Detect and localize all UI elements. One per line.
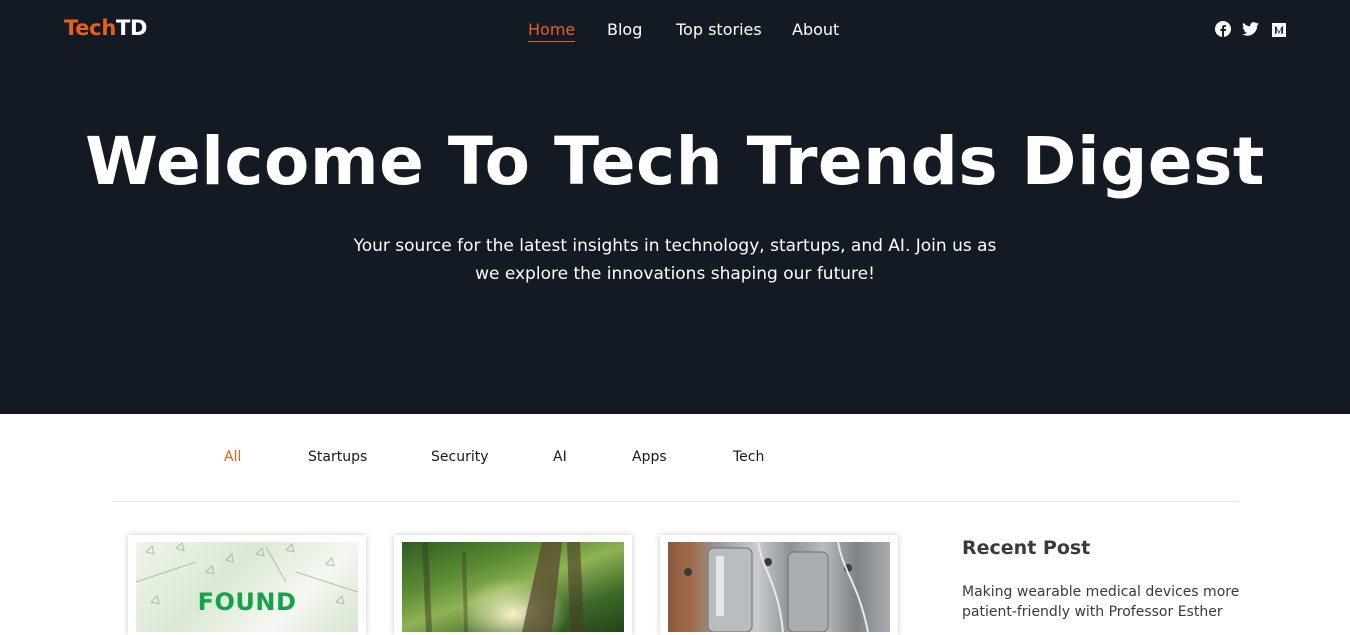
medium-icon[interactable] (1272, 23, 1286, 37)
hero-title: Welcome To Tech Trends Digest (85, 123, 1265, 200)
post-card[interactable] (660, 535, 898, 635)
main-nav: Home Blog Top stories About (0, 20, 1350, 48)
filter-apps[interactable]: Apps (632, 447, 667, 467)
category-filters: All Startups Security AI Apps Tech (0, 447, 1350, 469)
nav-item-blog[interactable]: Blog (607, 20, 642, 40)
post-card-image-text: FOUND (197, 588, 297, 616)
post-card-image[interactable] (668, 542, 890, 632)
hero-subtitle: Your source for the latest insights in t… (353, 236, 997, 284)
post-card[interactable] (394, 535, 632, 635)
hero-section: TechTD Home Blog Top stories About Welco… (0, 0, 1350, 414)
post-card[interactable]: FOUND (128, 535, 366, 635)
filter-startups[interactable]: Startups (308, 447, 367, 467)
nav-item-top-stories[interactable]: Top stories (676, 20, 762, 40)
nav-item-about[interactable]: About (792, 20, 839, 40)
post-card-image[interactable] (402, 542, 624, 632)
filter-ai[interactable]: AI (553, 447, 567, 467)
filter-tech[interactable]: Tech (733, 447, 764, 467)
nav-item-home[interactable]: Home (528, 20, 576, 42)
facebook-icon[interactable] (1215, 21, 1231, 37)
filter-all[interactable]: All (224, 447, 241, 467)
recent-post-link[interactable]: Making wearable medical devices more pat… (962, 582, 1242, 622)
recent-post-heading: Recent Post (962, 537, 1091, 559)
filters-divider (112, 501, 1239, 502)
twitter-icon[interactable] (1242, 22, 1259, 36)
filter-security[interactable]: Security (431, 447, 489, 467)
post-card-image[interactable]: FOUND (136, 542, 358, 632)
